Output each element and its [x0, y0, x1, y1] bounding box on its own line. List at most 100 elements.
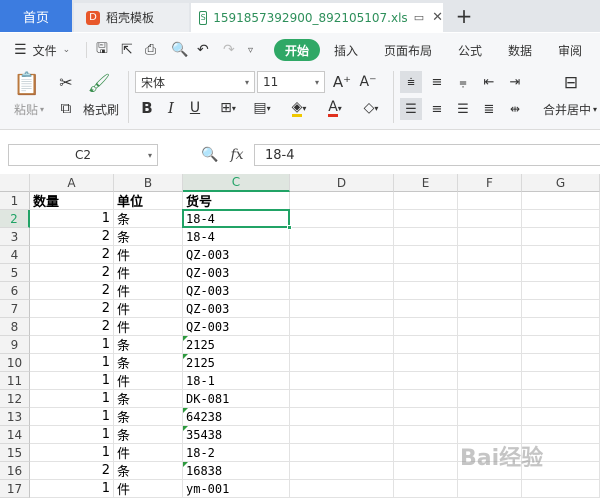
cell-empty[interactable]	[290, 390, 394, 408]
file-menu[interactable]: ☰ 文件 ⌄	[14, 40, 70, 60]
row-header[interactable]: 9	[0, 336, 30, 354]
cell-empty[interactable]	[290, 372, 394, 390]
column-header-b[interactable]: B	[114, 174, 183, 192]
undo-icon[interactable]: ↶	[197, 40, 209, 60]
cell-a[interactable]: 2	[30, 300, 114, 318]
column-header-e[interactable]: E	[394, 174, 458, 192]
cell-b[interactable]: 件	[114, 444, 183, 462]
fill-handle[interactable]	[287, 225, 292, 230]
tab-template[interactable]: D 稻壳模板	[74, 3, 189, 32]
export-icon[interactable]: ⇱	[121, 40, 133, 60]
align-middle-icon[interactable]: ≡	[426, 71, 448, 93]
cell-empty[interactable]	[290, 480, 394, 498]
cell-a[interactable]: 2	[30, 282, 114, 300]
cell-c[interactable]: 2125	[183, 336, 290, 354]
cell-empty[interactable]	[290, 426, 394, 444]
paste-button[interactable]: 粘贴 ▾	[8, 101, 50, 117]
cell-empty[interactable]	[458, 372, 522, 390]
column-header-d[interactable]: D	[290, 174, 394, 192]
cell-b[interactable]: 条	[114, 210, 183, 228]
cell-empty[interactable]	[290, 210, 394, 228]
cell-b[interactable]: 条	[114, 390, 183, 408]
cell-c[interactable]: 2125	[183, 354, 290, 372]
save-icon[interactable]: 🖫	[96, 40, 108, 60]
cell-a[interactable]: 1	[30, 210, 114, 228]
row-header[interactable]: 4	[0, 246, 30, 264]
column-header-c[interactable]: C	[183, 174, 290, 192]
cell-empty[interactable]	[458, 354, 522, 372]
cell-empty[interactable]	[522, 372, 600, 390]
cell-empty[interactable]	[458, 228, 522, 246]
cell-empty[interactable]	[290, 336, 394, 354]
cell-empty[interactable]	[522, 408, 600, 426]
zoom-search-icon[interactable]: 🔍	[200, 145, 220, 165]
cell-c[interactable]: 35438	[183, 426, 290, 444]
cell-empty[interactable]	[394, 462, 458, 480]
border-icon[interactable]: ⊞ ▾	[214, 98, 242, 118]
cell-empty[interactable]	[458, 264, 522, 282]
cell-empty[interactable]	[458, 246, 522, 264]
cell-b[interactable]: 件	[114, 282, 183, 300]
monitor-icon[interactable]: ▭	[414, 11, 424, 24]
indent-decrease-icon[interactable]: ⇤	[478, 71, 500, 93]
cell-empty[interactable]	[522, 390, 600, 408]
italic-icon[interactable]: I	[162, 98, 180, 118]
row-header[interactable]: 6	[0, 282, 30, 300]
header-cell-c[interactable]: 货号	[183, 192, 290, 210]
cell-a[interactable]: 1	[30, 480, 114, 498]
print-preview-icon[interactable]: 🔍	[171, 40, 188, 60]
tab-start[interactable]: 开始	[274, 39, 320, 61]
tab-insert[interactable]: 插入	[334, 40, 358, 60]
cell-c[interactable]: 18-4	[183, 228, 290, 246]
cell-a[interactable]: 2	[30, 246, 114, 264]
cell-a[interactable]: 1	[30, 336, 114, 354]
cell-empty[interactable]	[394, 228, 458, 246]
cell-empty[interactable]	[290, 318, 394, 336]
cell-b[interactable]: 件	[114, 246, 183, 264]
cell-empty[interactable]	[458, 480, 522, 498]
cell-a[interactable]: 2	[30, 462, 114, 480]
paste-icon[interactable]: 📋	[10, 71, 44, 97]
cell-c[interactable]: 18-2	[183, 444, 290, 462]
cell-empty[interactable]	[522, 264, 600, 282]
cell-empty[interactable]	[522, 480, 600, 498]
align-top-icon[interactable]: ⩧	[400, 71, 422, 93]
merge-center-button[interactable]: 合并居中 ▾	[540, 101, 600, 117]
tab-page-layout[interactable]: 页面布局	[384, 40, 432, 60]
cell-b[interactable]: 条	[114, 408, 183, 426]
cell-empty[interactable]	[394, 480, 458, 498]
cell-empty[interactable]	[394, 390, 458, 408]
merge-cells-icon[interactable]: ⊟	[558, 71, 584, 95]
cell-empty[interactable]	[522, 336, 600, 354]
redo-icon[interactable]: ↷	[223, 40, 235, 60]
cell-b[interactable]: 件	[114, 372, 183, 390]
fill-color-icon[interactable]: ◈ ▾	[284, 98, 314, 118]
justify-icon[interactable]: ≣	[478, 98, 500, 120]
cell-c[interactable]: 18-1	[183, 372, 290, 390]
cell-b[interactable]: 件	[114, 300, 183, 318]
row-header[interactable]: 2	[0, 210, 30, 228]
cell-empty[interactable]	[394, 426, 458, 444]
cell-empty[interactable]	[458, 336, 522, 354]
cell-c[interactable]: QZ-003	[183, 318, 290, 336]
cell-c[interactable]: QZ-003	[183, 264, 290, 282]
cell-empty[interactable]	[290, 300, 394, 318]
cell-empty[interactable]	[290, 246, 394, 264]
cell-empty[interactable]	[290, 354, 394, 372]
cell-empty[interactable]	[290, 408, 394, 426]
clear-format-icon[interactable]: ◇ ▾	[356, 98, 386, 118]
cell-empty[interactable]	[458, 390, 522, 408]
column-header-g[interactable]: G	[522, 174, 600, 192]
font-name-select[interactable]: 宋体 ▾	[135, 71, 255, 93]
cell-empty[interactable]	[522, 246, 600, 264]
format-painter-button[interactable]: 格式刷	[80, 101, 122, 117]
cell-a[interactable]: 1	[30, 426, 114, 444]
cell-b[interactable]: 条	[114, 354, 183, 372]
cell-b[interactable]: 件	[114, 480, 183, 498]
row-header[interactable]: 3	[0, 228, 30, 246]
quick-access-dropdown-icon[interactable]: ▿	[248, 40, 253, 60]
cell-empty[interactable]	[290, 264, 394, 282]
cell-empty[interactable]	[394, 264, 458, 282]
align-left-icon[interactable]: ☰	[400, 98, 422, 120]
cell-b[interactable]: 条	[114, 426, 183, 444]
